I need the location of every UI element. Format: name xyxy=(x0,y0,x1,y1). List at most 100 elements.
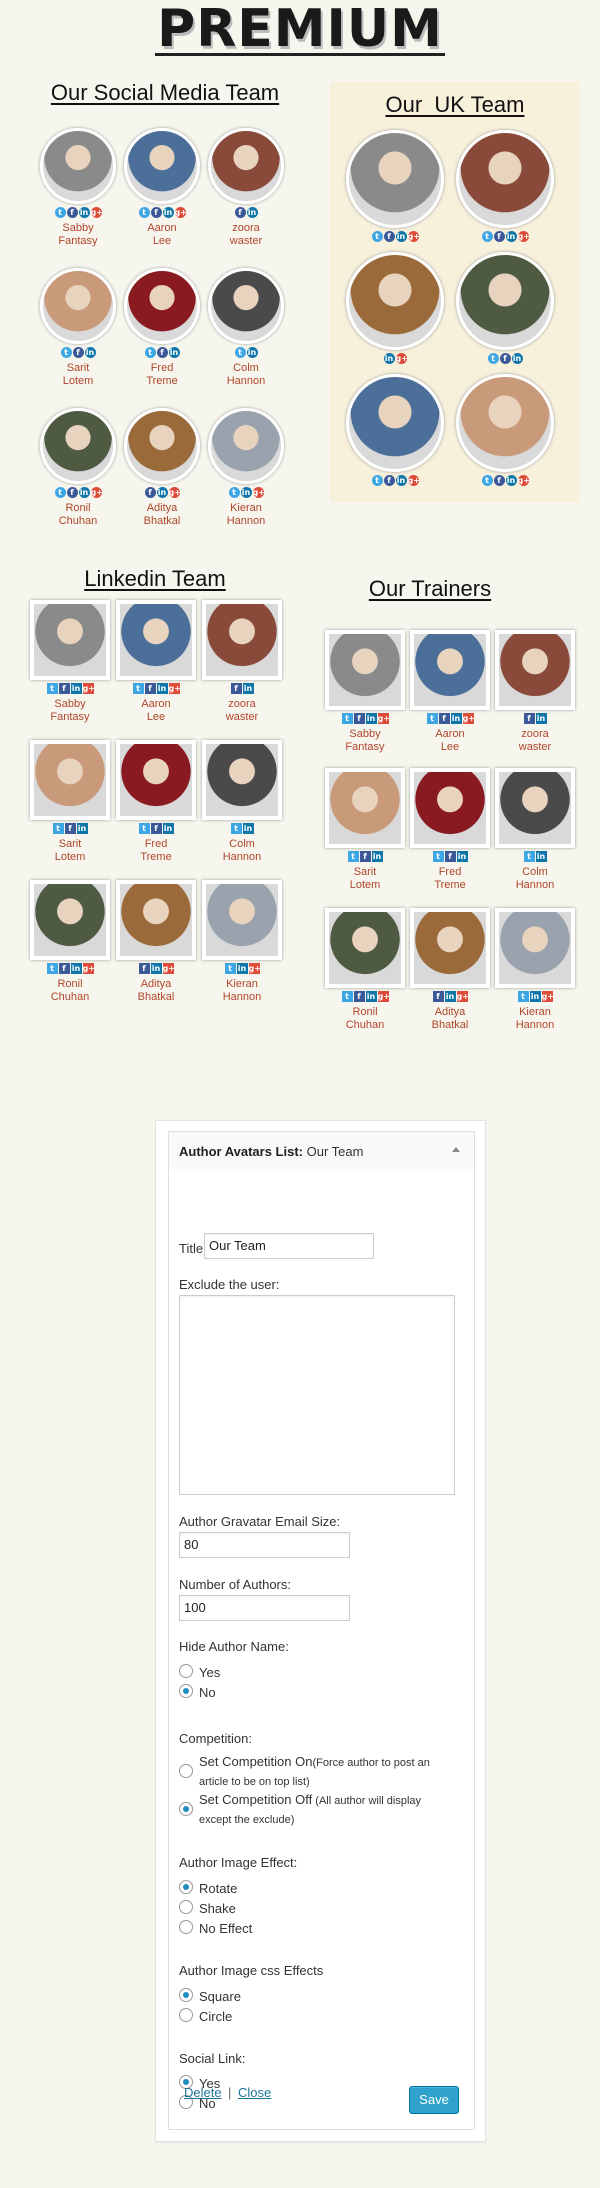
twitter-icon[interactable]: t xyxy=(517,991,529,1002)
member-name[interactable]: zoora waster xyxy=(208,222,284,248)
facebook-icon[interactable]: f xyxy=(523,713,535,724)
linkedin-icon[interactable]: in xyxy=(529,991,541,1002)
delete-link[interactable]: Delete xyxy=(184,2085,222,2100)
facebook-icon[interactable]: f xyxy=(499,353,511,364)
linkedin-icon[interactable]: in xyxy=(505,231,517,242)
twitter-icon[interactable]: t xyxy=(432,851,444,862)
collapse-arrow-icon[interactable] xyxy=(452,1147,460,1152)
linkedin-icon[interactable]: in xyxy=(162,823,174,834)
avatar[interactable] xyxy=(208,268,284,344)
linkedin-icon[interactable]: in xyxy=(242,823,254,834)
facebook-icon[interactable]: f xyxy=(66,207,78,218)
avatar[interactable] xyxy=(410,768,490,848)
facebook-icon[interactable]: f xyxy=(234,207,246,218)
facebook-icon[interactable]: f xyxy=(144,683,156,694)
member-name[interactable]: Fred Treme xyxy=(124,362,200,388)
avatar[interactable] xyxy=(495,908,575,988)
twitter-icon[interactable]: t xyxy=(144,347,156,358)
google-plus-icon[interactable]: g+ xyxy=(174,207,186,218)
hide-name-no-radio[interactable] xyxy=(179,1684,193,1698)
member-name[interactable]: Aaron Lee xyxy=(124,222,200,248)
facebook-icon[interactable]: f xyxy=(493,475,505,486)
avatar[interactable] xyxy=(116,880,196,960)
num-authors-input[interactable]: 100 xyxy=(179,1595,350,1621)
twitter-icon[interactable]: t xyxy=(54,207,66,218)
facebook-icon[interactable]: f xyxy=(383,231,395,242)
linkedin-icon[interactable]: in xyxy=(70,683,82,694)
member-name[interactable]: Aditya Bhatkal xyxy=(410,1006,490,1032)
facebook-icon[interactable]: f xyxy=(359,851,371,862)
team-member[interactable]: t f in g+ Aaron Lee xyxy=(410,630,490,754)
save-button[interactable]: Save xyxy=(409,2086,459,2114)
team-member[interactable]: t f in g+ Ronil Chuhan xyxy=(40,408,116,528)
avatar[interactable] xyxy=(124,268,200,344)
member-name[interactable]: Aaron Lee xyxy=(116,698,196,724)
member-name[interactable]: Colm Hannon xyxy=(208,362,284,388)
twitter-icon[interactable]: t xyxy=(371,231,383,242)
linkedin-icon[interactable]: in xyxy=(246,347,258,358)
google-plus-icon[interactable]: g+ xyxy=(82,963,94,974)
linkedin-icon[interactable]: in xyxy=(76,823,88,834)
avatar[interactable] xyxy=(30,880,110,960)
member-name[interactable]: Fred Treme xyxy=(410,866,490,892)
facebook-icon[interactable]: f xyxy=(353,713,365,724)
team-member[interactable]: f in zoora waster xyxy=(495,630,575,754)
competition-off-radio[interactable] xyxy=(179,1802,193,1816)
member-name[interactable]: Sarit Lotem xyxy=(40,362,116,388)
twitter-icon[interactable]: t xyxy=(426,713,438,724)
effect-none-radio[interactable] xyxy=(179,1920,193,1934)
google-plus-icon[interactable]: g+ xyxy=(168,683,180,694)
title-input[interactable]: Our Team xyxy=(204,1233,374,1259)
linkedin-icon[interactable]: in xyxy=(156,683,168,694)
facebook-icon[interactable]: f xyxy=(64,823,76,834)
team-member[interactable]: t f in g+ xyxy=(455,130,555,243)
linkedin-icon[interactable]: in xyxy=(84,347,96,358)
avatar[interactable] xyxy=(208,408,284,484)
twitter-icon[interactable]: t xyxy=(481,231,493,242)
linkedin-icon[interactable]: in xyxy=(365,713,377,724)
google-plus-icon[interactable]: g+ xyxy=(90,487,102,498)
member-name[interactable]: Fred Treme xyxy=(116,838,196,864)
linkedin-icon[interactable]: in xyxy=(535,851,547,862)
twitter-icon[interactable]: t xyxy=(234,347,246,358)
twitter-icon[interactable]: t xyxy=(523,851,535,862)
team-member[interactable]: f in g+ Aditya Bhatkal xyxy=(116,880,196,1004)
avatar[interactable] xyxy=(124,128,200,204)
avatar[interactable] xyxy=(116,600,196,680)
member-name[interactable]: Sarit Lotem xyxy=(30,838,110,864)
team-member[interactable]: t f in xyxy=(455,252,555,365)
member-name[interactable]: Sabby Fantasy xyxy=(325,728,405,754)
linkedin-icon[interactable]: in xyxy=(246,207,258,218)
facebook-icon[interactable]: f xyxy=(230,683,242,694)
linkedin-icon[interactable]: in xyxy=(383,353,395,364)
google-plus-icon[interactable]: g+ xyxy=(407,231,419,242)
google-plus-icon[interactable]: g+ xyxy=(252,487,264,498)
team-member[interactable]: t f in Sarit Lotem xyxy=(30,740,110,864)
facebook-icon[interactable]: f xyxy=(493,231,505,242)
team-member[interactable]: f in zoora waster xyxy=(202,600,282,724)
facebook-icon[interactable]: f xyxy=(438,713,450,724)
linkedin-icon[interactable]: in xyxy=(456,851,468,862)
member-name[interactable]: Kieran Hannon xyxy=(208,502,284,528)
facebook-icon[interactable]: f xyxy=(150,207,162,218)
team-member[interactable]: t in Colm Hannon xyxy=(495,768,575,892)
facebook-icon[interactable]: f xyxy=(58,963,70,974)
linkedin-icon[interactable]: in xyxy=(168,347,180,358)
team-member[interactable]: t f in Sarit Lotem xyxy=(325,768,405,892)
avatar[interactable] xyxy=(410,630,490,710)
facebook-icon[interactable]: f xyxy=(383,475,395,486)
avatar[interactable] xyxy=(30,740,110,820)
team-member[interactable]: t f in g+ xyxy=(345,130,445,243)
avatar[interactable] xyxy=(456,252,554,350)
twitter-icon[interactable]: t xyxy=(487,353,499,364)
team-member[interactable]: t f in g+ Sabby Fantasy xyxy=(30,600,110,724)
widget-header[interactable]: Author Avatars List: Our Team xyxy=(168,1131,475,1171)
linkedin-icon[interactable]: in xyxy=(365,991,377,1002)
avatar[interactable] xyxy=(40,268,116,344)
linkedin-icon[interactable]: in xyxy=(444,991,456,1002)
avatar[interactable] xyxy=(495,630,575,710)
member-name[interactable]: Sabby Fantasy xyxy=(30,698,110,724)
twitter-icon[interactable]: t xyxy=(341,991,353,1002)
team-member[interactable]: t f in g+ xyxy=(345,374,445,487)
google-plus-icon[interactable]: g+ xyxy=(377,713,389,724)
